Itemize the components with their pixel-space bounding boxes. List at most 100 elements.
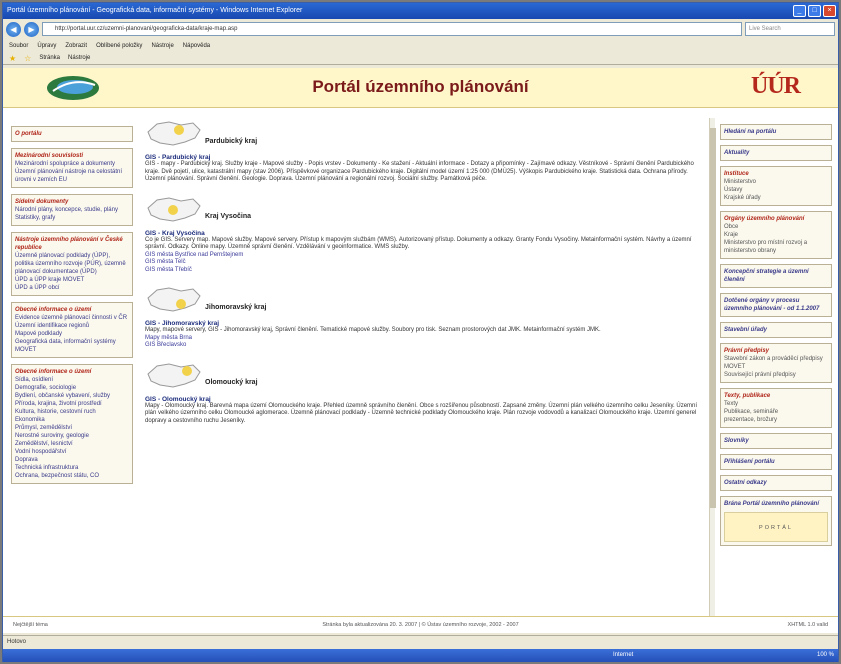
right-nav-box: Orgány územního plánování Obce Kraje Minist… [720, 211, 832, 259]
region-sublink[interactable]: GIS města Třebíč [145, 267, 705, 275]
favorites-star-icon[interactable]: ★ [9, 54, 16, 63]
right-nav-heading[interactable]: Stavební úřady [724, 326, 828, 334]
left-nav-heading[interactable]: Mezinárodní souvislosti [15, 152, 129, 160]
maximize-button[interactable]: □ [808, 5, 821, 17]
browser-window: Portál územního plánování - Geografická … [2, 2, 839, 662]
menu-item[interactable]: Nástroje [151, 43, 173, 49]
right-nav-link[interactable]: Texty [724, 400, 828, 408]
right-nav-heading[interactable]: Právní předpisy [724, 347, 828, 355]
right-nav-box: Instituce Ministerstvo Ústavy Krajské úřady [720, 166, 832, 206]
vertical-scrollbar[interactable] [709, 118, 716, 623]
address-toolbar: ◀ ▶ http://portal.uur.cz/uzemni-planovan… [3, 19, 838, 39]
right-nav-heading[interactable]: Slovníky [724, 437, 828, 445]
right-nav-link[interactable]: Obce [724, 223, 828, 231]
right-nav-heading[interactable]: Přihlášení portálu [724, 458, 828, 466]
left-nav-link[interactable]: Příroda, krajina, životní prostředí [15, 400, 129, 408]
forward-button[interactable]: ▶ [24, 21, 39, 37]
left-nav-link[interactable]: Evidence územně plánovací činnosti v ČR [15, 314, 129, 322]
left-nav-link[interactable]: Geografická data, informační systémy MOV… [15, 338, 129, 354]
left-nav-heading[interactable]: Nástroje územního plánování v České repu… [15, 236, 129, 252]
right-nav-link[interactable]: Ministerstvo pro místní rozvoj a ministe… [724, 239, 828, 255]
right-nav-heading[interactable]: Ostatní odkazy [724, 479, 828, 487]
right-nav-link[interactable]: Krajské úřady [724, 194, 828, 202]
left-nav-link[interactable]: Demografie, sociologie [15, 384, 129, 392]
right-nav-link[interactable]: Publikace, semináře [724, 408, 828, 416]
left-nav-link[interactable]: Kultura, historie, cestovní ruch [15, 408, 129, 416]
region-gis-link[interactable]: GIS - Olomoucký kraj [145, 396, 705, 403]
left-nav-link[interactable]: Územní plánování nástroje na celostátní … [15, 168, 129, 184]
left-nav-link[interactable]: Ekonomika [15, 416, 129, 424]
left-nav-link[interactable]: Mezinárodní spolupráce a dokumenty [15, 160, 129, 168]
left-nav-heading[interactable]: Sídelní dokumenty [15, 198, 129, 206]
right-nav-link[interactable]: prezentace, brožury [724, 416, 828, 424]
region-section: Pardubický kraj GIS - Pardubický kraj GIS … [145, 118, 705, 184]
menu-item[interactable]: Nápověda [183, 43, 210, 49]
left-nav-link[interactable]: Národní plány, koncepce, studie, plány [15, 206, 129, 214]
left-nav-heading[interactable]: Obecné informace o území [15, 368, 129, 376]
status-bar: Hotovo [3, 635, 838, 649]
left-nav-link[interactable]: Sídla, osídlení [15, 376, 129, 384]
menu-item[interactable]: Zobrazit [65, 43, 87, 49]
left-nav-link[interactable]: Průmysl, zemědělství [15, 424, 129, 432]
region-gis-link[interactable]: GIS - Pardubický kraj [145, 154, 705, 161]
right-nav-heading[interactable]: Texty, publikace [724, 392, 828, 400]
back-button[interactable]: ◀ [6, 21, 21, 37]
right-nav-heading[interactable]: Instituce [724, 170, 828, 178]
right-nav-heading[interactable]: Hledání na portálu [724, 128, 828, 136]
region-section: Olomoucký kraj GIS - Olomoucký kraj Mapy -… [145, 360, 705, 426]
left-nav-link[interactable]: Vodní hospodářství [15, 448, 129, 456]
left-nav-link[interactable]: Zemědělství, lesnictví [15, 440, 129, 448]
right-nav-link[interactable]: Ministerstvo [724, 178, 828, 186]
left-nav-link[interactable]: ÚPD a ÚPP obcí [15, 284, 129, 292]
right-nav-heading[interactable]: Brána Portál územního plánování [724, 500, 828, 508]
portal-partner-banner[interactable]: PORTÁL [724, 512, 828, 542]
menu-item[interactable]: Soubor [9, 43, 28, 49]
right-nav-box: Dotčené orgány v procesu územního plánov… [720, 293, 832, 317]
footer-right[interactable]: XHTML 1.0 valid [788, 617, 828, 633]
right-nav-box: Stavební úřady [720, 322, 832, 338]
left-nav-link[interactable]: Technická infrastruktura [15, 464, 129, 472]
uur-logo[interactable]: ÚÚR [751, 73, 801, 100]
right-nav-link[interactable]: Související právní předpisy [724, 371, 828, 379]
region-sublink[interactable]: Mapy města Brna [145, 335, 705, 343]
left-nav-link[interactable]: Statistiky, grafy [15, 214, 129, 222]
left-nav-heading[interactable]: Obecné informace o území [15, 306, 129, 314]
right-nav-link[interactable]: Ústavy [724, 186, 828, 194]
tools-menu[interactable]: Nástroje [68, 55, 90, 61]
footer-center: Stránka byla aktualizována 20. 3. 2007 |… [322, 622, 519, 628]
right-nav-heading[interactable]: Aktuality [724, 149, 828, 157]
zoom-level[interactable]: 100 % [817, 649, 834, 662]
region-sublink[interactable]: GIS Břeclavsko [145, 342, 705, 350]
close-button[interactable]: × [823, 5, 836, 17]
left-nav-link[interactable]: Ochrana, bezpečnost státu, CO [15, 472, 129, 480]
region-gis-link[interactable]: GIS - Kraj Vysočina [145, 230, 705, 237]
left-nav-link[interactable]: Územní identifikace regionů [15, 322, 129, 330]
region-sublink[interactable]: GIS města Bystřice nad Pernštejnem [145, 252, 705, 260]
left-nav-link[interactable]: ÚPD a ÚPP kraje MOVET [15, 276, 129, 284]
menu-bar: Soubor Úpravy Zobrazit Oblíbené položky … [3, 39, 838, 52]
right-nav-heading[interactable]: Dotčené orgány v procesu územního plánov… [724, 297, 828, 313]
scrollbar-thumb[interactable] [710, 128, 716, 508]
menu-item[interactable]: Oblíbené položky [96, 43, 142, 49]
right-nav-link[interactable]: Kraje [724, 231, 828, 239]
region-description: GIS - mapy - Pardubický kraj. Služby kra… [145, 161, 694, 182]
region-section: Kraj Vysočina GIS - Kraj Vysočina Co je GI… [145, 194, 705, 275]
czech-map-icon [147, 121, 201, 146]
right-nav-link[interactable]: Stavební zákon a prováděcí předpisy MOVE… [724, 355, 828, 371]
minimize-button[interactable]: _ [793, 5, 806, 17]
menu-item[interactable]: Úpravy [37, 43, 56, 49]
add-favorite-icon[interactable]: ☆ [24, 54, 31, 63]
left-nav-link[interactable]: Bydlení, občanské vybavení, služby [15, 392, 129, 400]
left-nav-link[interactable]: Nerostné suroviny, geologie [15, 432, 129, 440]
region-sublink[interactable]: GIS města Telč [145, 259, 705, 267]
left-nav-link[interactable]: Mapové podklady [15, 330, 129, 338]
left-nav-link[interactable]: Doprava [15, 456, 129, 464]
page-menu[interactable]: Stránka [39, 55, 60, 61]
right-nav-heading[interactable]: Orgány územního plánování [724, 215, 828, 223]
left-nav-heading[interactable]: O portálu [15, 130, 129, 138]
address-field[interactable]: http://portal.uur.cz/uzemni-planovani/ge… [42, 22, 742, 36]
right-nav-heading[interactable]: Koncepční strategie a územní členění [724, 268, 828, 284]
region-gis-link[interactable]: GIS - Jihomoravský kraj [145, 320, 705, 327]
search-input[interactable]: Live Search [745, 22, 835, 36]
left-nav-link[interactable]: Územně plánovací podklady (ÚPP), politik… [15, 252, 129, 276]
